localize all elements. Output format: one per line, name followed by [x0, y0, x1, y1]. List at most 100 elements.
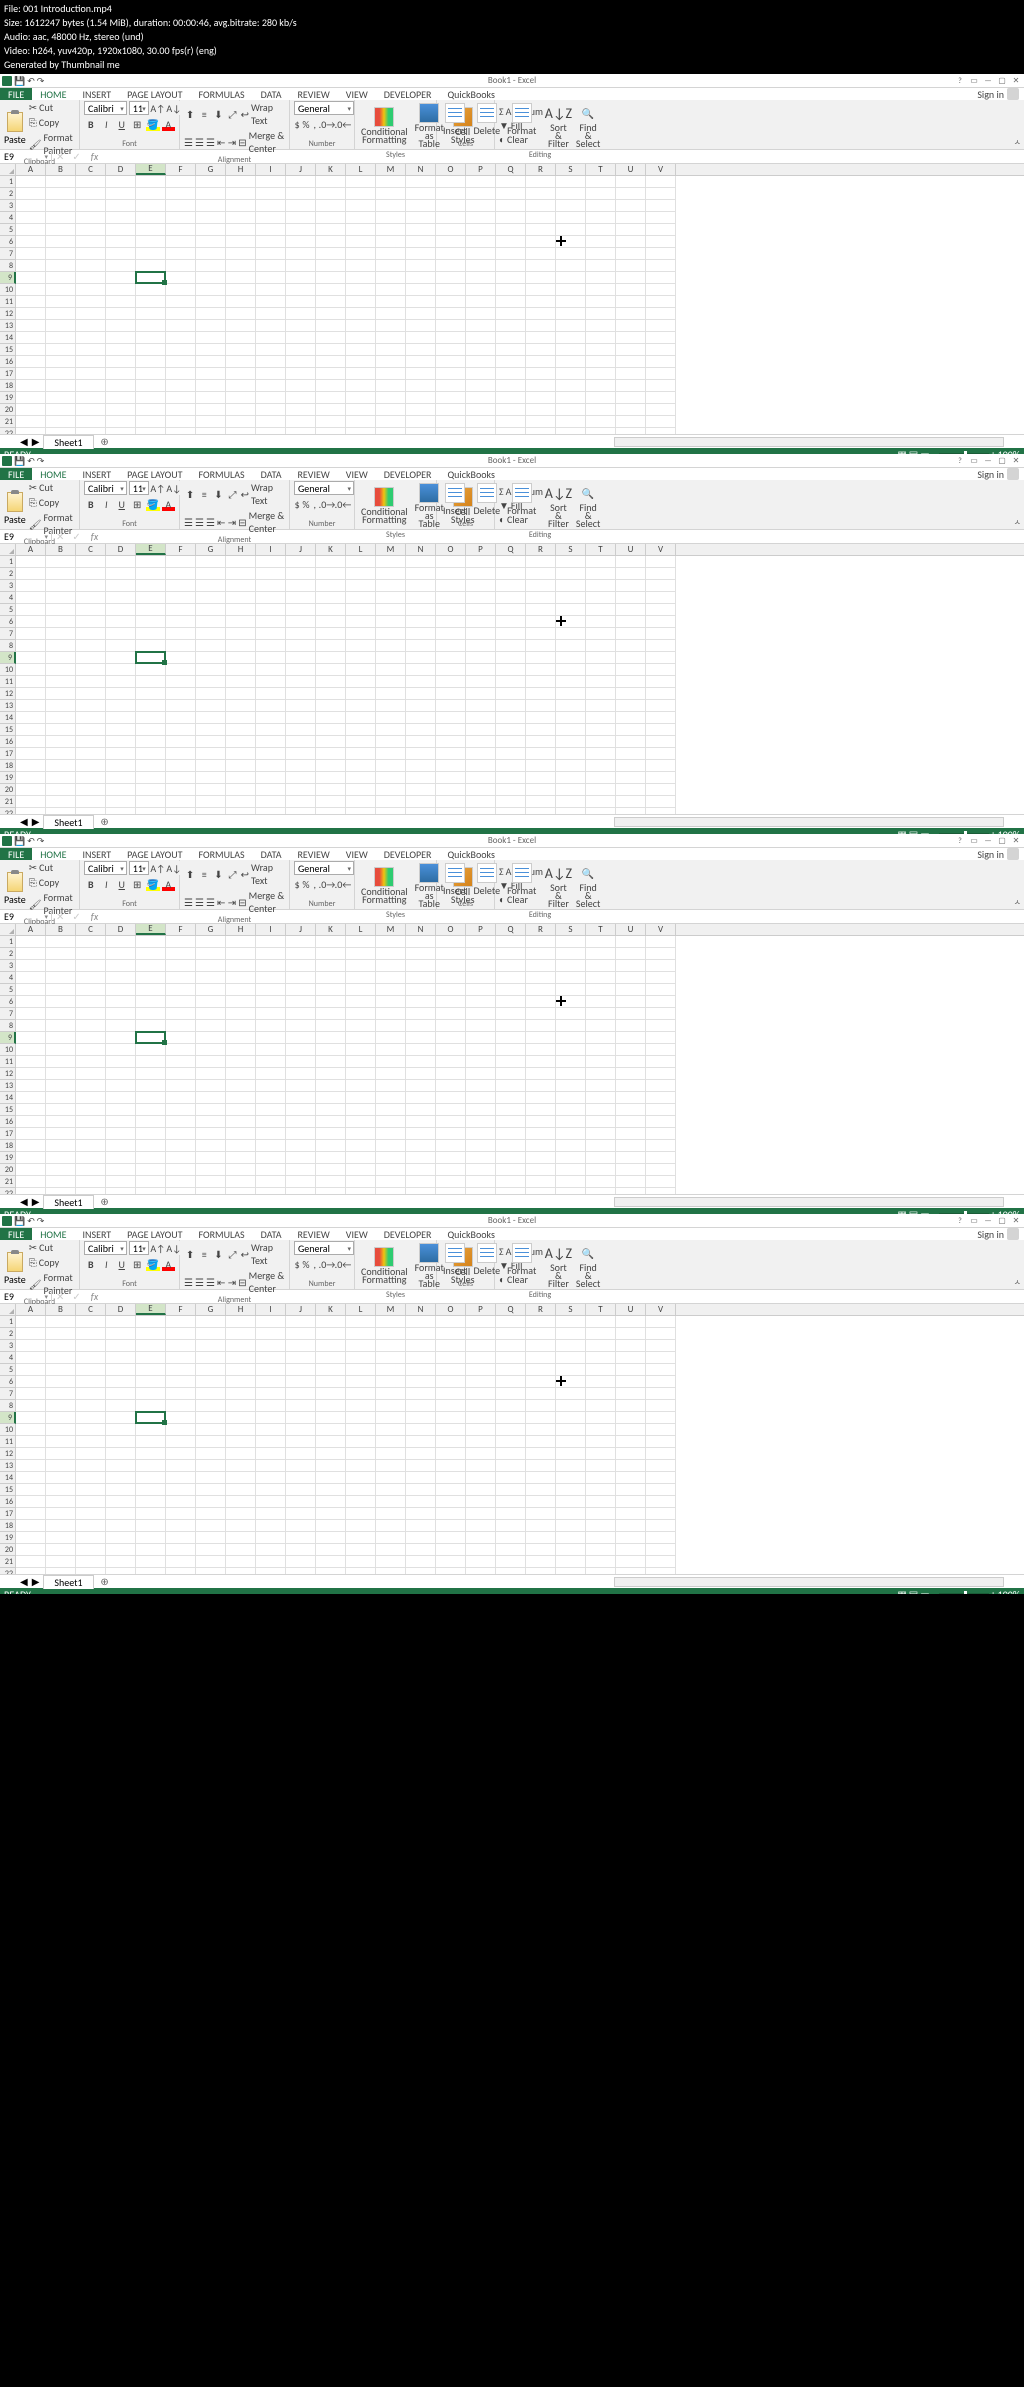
cell[interactable] — [196, 760, 226, 772]
column-header[interactable]: U — [616, 924, 646, 935]
cell[interactable] — [286, 936, 316, 948]
cell[interactable] — [556, 1556, 586, 1568]
cell[interactable] — [646, 748, 676, 760]
cell[interactable] — [226, 676, 256, 688]
cell[interactable] — [496, 796, 526, 808]
cell[interactable] — [376, 404, 406, 416]
font-name-selector[interactable]: Calibri — [84, 101, 127, 115]
cell[interactable] — [376, 736, 406, 748]
row-header[interactable]: 18 — [0, 1140, 16, 1152]
cell[interactable] — [136, 344, 166, 356]
cell[interactable] — [256, 188, 286, 200]
indent-decrease-button[interactable]: ⇤ — [217, 515, 226, 529]
cell[interactable] — [16, 1472, 46, 1484]
cell[interactable] — [316, 380, 346, 392]
cell[interactable] — [556, 1020, 586, 1032]
cell[interactable] — [466, 652, 496, 664]
column-header[interactable]: L — [346, 924, 376, 935]
cell[interactable] — [106, 248, 136, 260]
cell[interactable] — [646, 736, 676, 748]
cell[interactable] — [46, 1388, 76, 1400]
cell[interactable] — [136, 1080, 166, 1092]
cell[interactable] — [106, 936, 136, 948]
cell[interactable] — [16, 580, 46, 592]
cell[interactable] — [556, 1496, 586, 1508]
cell[interactable] — [526, 1400, 556, 1412]
cell[interactable] — [556, 652, 586, 664]
cell[interactable] — [166, 592, 196, 604]
cell[interactable] — [196, 712, 226, 724]
cell[interactable] — [466, 332, 496, 344]
cell[interactable] — [526, 248, 556, 260]
cell[interactable] — [106, 1520, 136, 1532]
cell[interactable] — [466, 1104, 496, 1116]
cell[interactable] — [616, 1328, 646, 1340]
cell[interactable] — [166, 284, 196, 296]
column-header[interactable]: V — [646, 164, 676, 175]
cell[interactable] — [466, 320, 496, 332]
cell[interactable] — [376, 1340, 406, 1352]
cell[interactable] — [76, 760, 106, 772]
cell[interactable] — [496, 1388, 526, 1400]
select-all-button[interactable] — [0, 544, 16, 555]
cell[interactable] — [466, 1008, 496, 1020]
cell[interactable] — [226, 652, 256, 664]
collapse-ribbon-button[interactable]: ㅅ — [1014, 897, 1021, 908]
cell[interactable] — [46, 1008, 76, 1020]
cell[interactable] — [286, 700, 316, 712]
cell[interactable] — [436, 392, 466, 404]
cell[interactable] — [196, 652, 226, 664]
indent-decrease-button[interactable]: ⇤ — [217, 895, 226, 909]
cell[interactable] — [226, 1352, 256, 1364]
cell[interactable] — [496, 1544, 526, 1556]
cell[interactable] — [46, 1544, 76, 1556]
redo-icon[interactable]: ↷ — [37, 456, 45, 467]
cell[interactable] — [196, 1104, 226, 1116]
font-color-button[interactable]: A — [162, 877, 176, 891]
cell[interactable] — [346, 1508, 376, 1520]
cell[interactable] — [76, 380, 106, 392]
cell[interactable] — [556, 1092, 586, 1104]
cell[interactable] — [106, 1020, 136, 1032]
cell[interactable] — [46, 272, 76, 284]
cell[interactable] — [496, 332, 526, 344]
cell[interactable] — [376, 380, 406, 392]
home-tab[interactable]: HOME — [32, 88, 74, 100]
cell[interactable] — [106, 984, 136, 996]
row-header[interactable]: 14 — [0, 1092, 16, 1104]
cell[interactable] — [196, 1520, 226, 1532]
column-header[interactable]: T — [586, 164, 616, 175]
cell[interactable] — [616, 1340, 646, 1352]
cell[interactable] — [286, 1316, 316, 1328]
cell[interactable] — [526, 1544, 556, 1556]
cell[interactable] — [526, 652, 556, 664]
column-header[interactable]: E — [136, 924, 166, 935]
cell[interactable] — [286, 1544, 316, 1556]
cell[interactable] — [46, 404, 76, 416]
cell[interactable] — [406, 1532, 436, 1544]
cell[interactable] — [586, 272, 616, 284]
cell[interactable] — [76, 308, 106, 320]
page-layout-tab[interactable]: PAGE LAYOUT — [119, 468, 190, 480]
cell[interactable] — [196, 1532, 226, 1544]
add-sheet-button[interactable]: ⊕ — [98, 1195, 112, 1209]
cell[interactable] — [616, 1532, 646, 1544]
decrease-decimal-button[interactable]: .0← — [336, 117, 350, 131]
cell[interactable] — [106, 604, 136, 616]
column-header[interactable]: D — [106, 924, 136, 935]
align-bottom-button[interactable]: ⬇ — [212, 107, 224, 121]
cell[interactable] — [376, 936, 406, 948]
cell[interactable] — [76, 784, 106, 796]
number-format-selector[interactable]: General — [294, 481, 354, 495]
column-header[interactable]: M — [376, 544, 406, 555]
cell[interactable] — [256, 1364, 286, 1376]
cell[interactable] — [196, 1508, 226, 1520]
undo-icon[interactable]: ↶ — [27, 1216, 35, 1227]
cell[interactable] — [106, 676, 136, 688]
cell[interactable] — [496, 676, 526, 688]
cell[interactable] — [436, 984, 466, 996]
data-tab[interactable]: DATA — [253, 88, 290, 100]
cell[interactable] — [436, 736, 466, 748]
cell[interactable] — [256, 1376, 286, 1388]
row-header[interactable]: 17 — [0, 1128, 16, 1140]
